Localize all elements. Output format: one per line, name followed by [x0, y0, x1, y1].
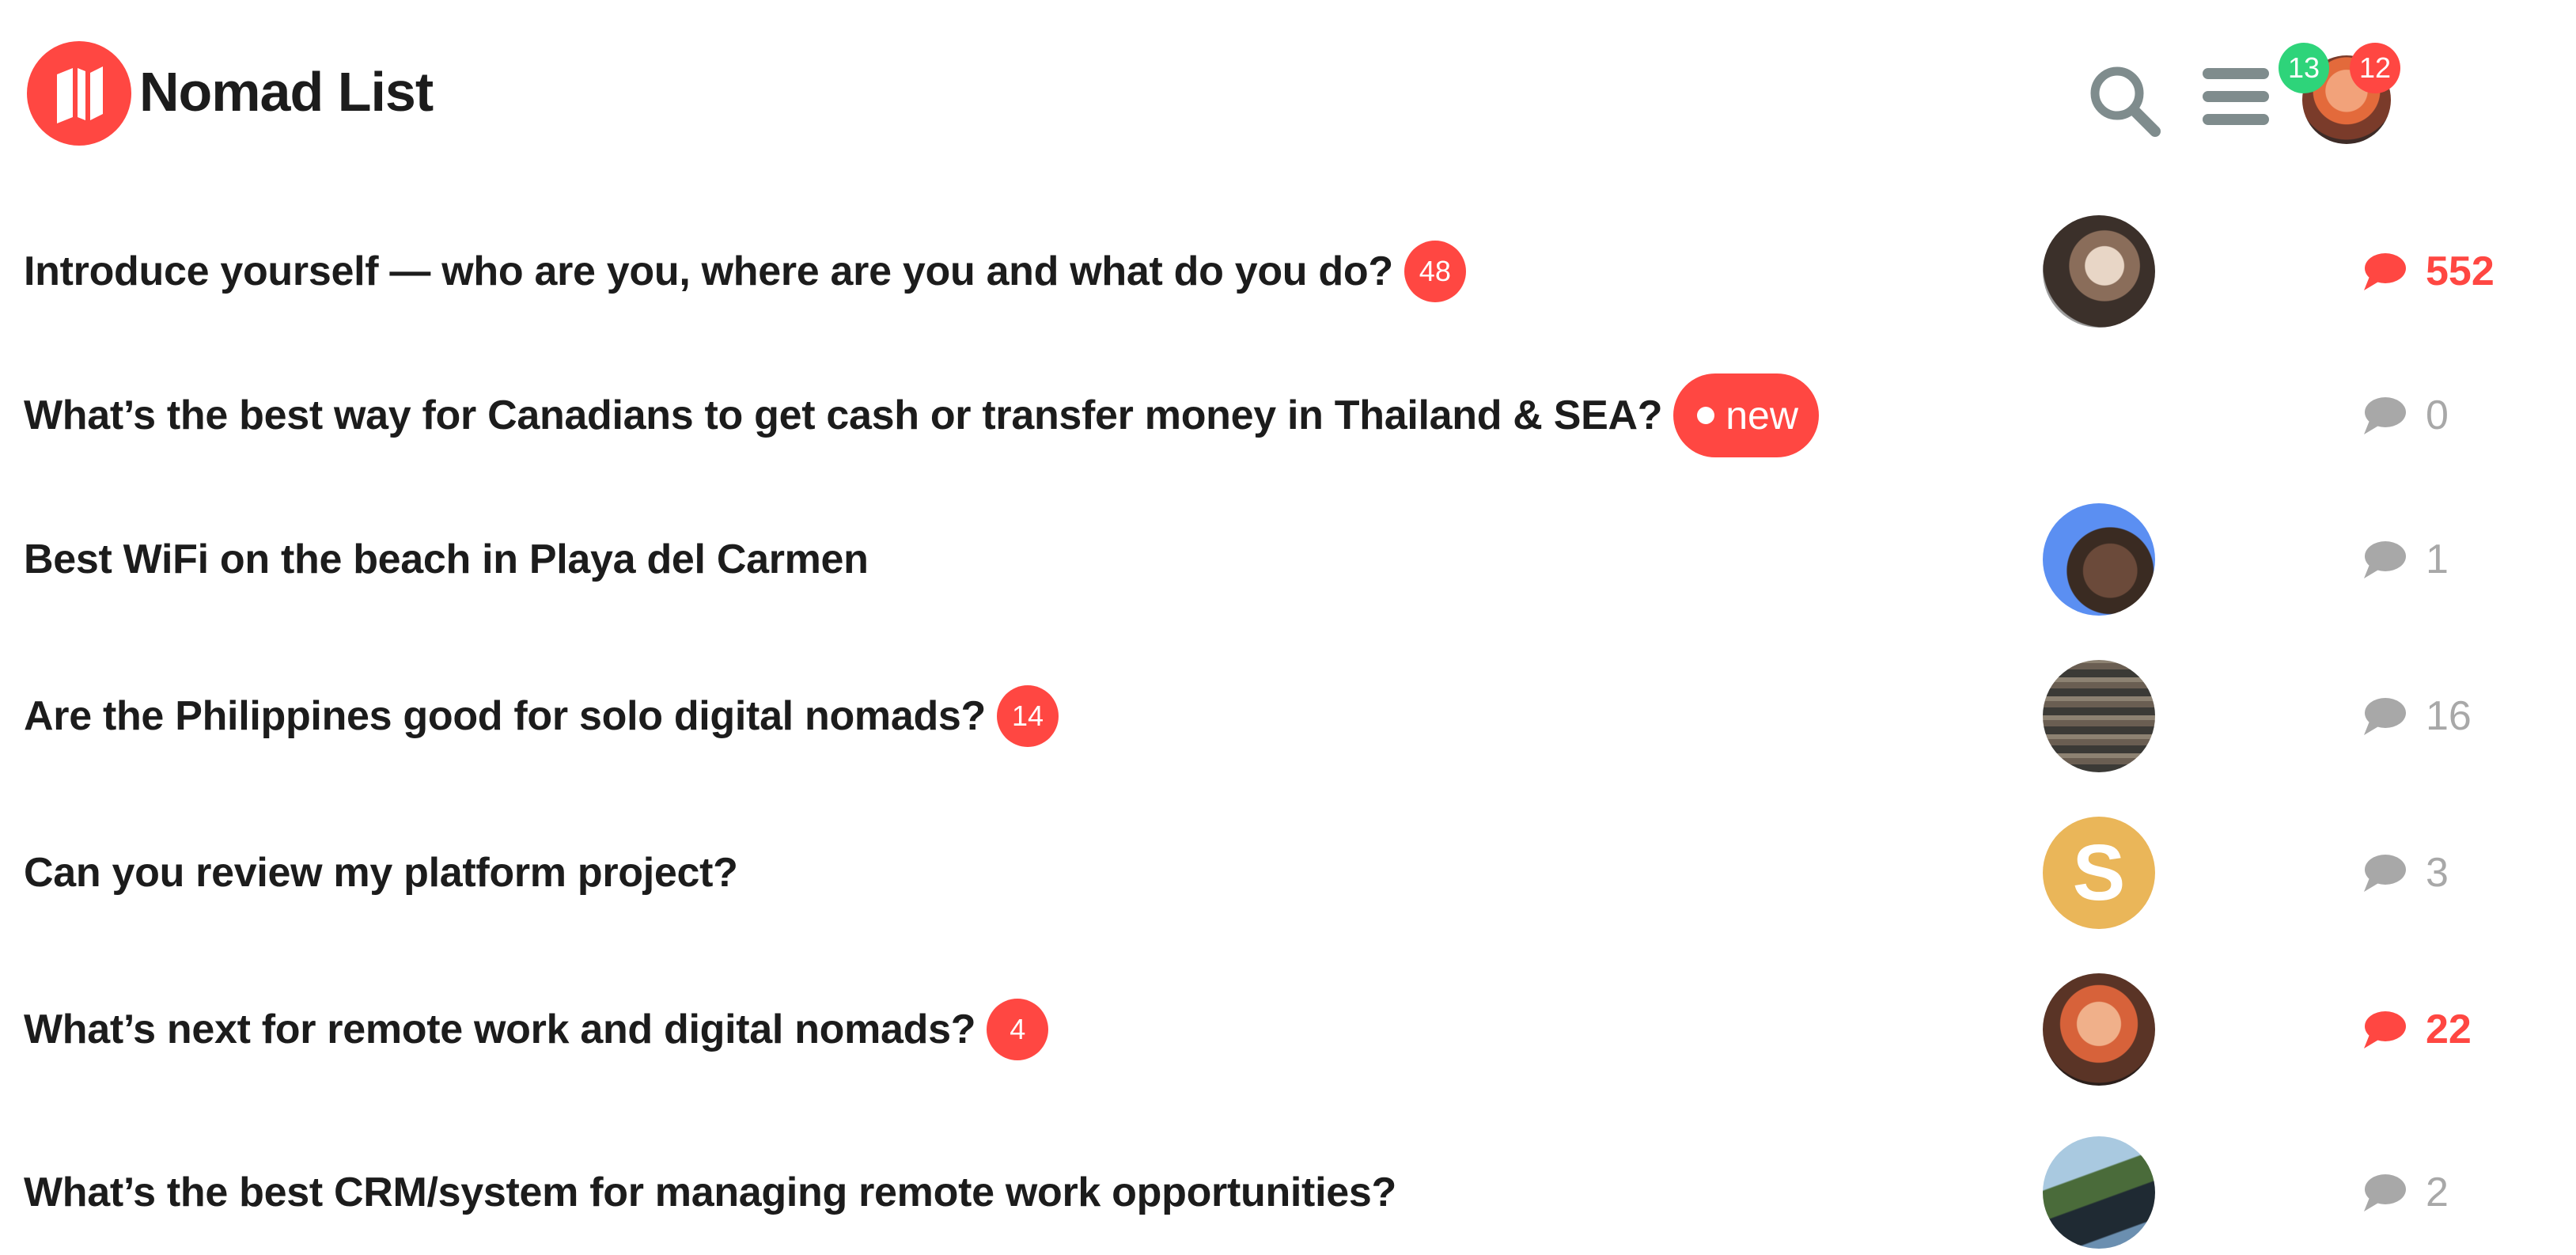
comment-count-value: 3: [2426, 850, 2449, 896]
new-badge: new: [1673, 373, 1819, 457]
comment-icon: [2364, 698, 2406, 735]
comment-count[interactable]: 1: [2361, 536, 2449, 583]
new-dot-icon: [1697, 407, 1715, 424]
comment-count[interactable]: 552: [2361, 248, 2495, 295]
search-button[interactable]: [2085, 62, 2165, 141]
thread-link[interactable]: Can you review my platform project?: [24, 849, 738, 897]
comment-count[interactable]: 3: [2361, 849, 2449, 897]
thread-title[interactable]: Are the Philippines good for solo digita…: [24, 692, 986, 740]
comment-count[interactable]: 16: [2361, 692, 2472, 740]
thread-title[interactable]: What’s the best CRM/system for managing …: [24, 1169, 1396, 1216]
comment-icon: [2364, 397, 2406, 434]
unread-count-badge: 4: [987, 999, 1049, 1060]
thread-row[interactable]: Can you review my platform project? S 3: [0, 806, 2576, 940]
nomad-list-logo[interactable]: [27, 41, 131, 146]
comment-icon: [2364, 541, 2406, 578]
thread-author-avatar[interactable]: [2043, 660, 2155, 772]
thread-title[interactable]: Can you review my platform project?: [24, 849, 738, 897]
thread-row[interactable]: What’s next for remote work and digital …: [0, 962, 2576, 1097]
thread-link[interactable]: What’s the best CRM/system for managing …: [24, 1169, 1396, 1216]
comment-count[interactable]: 22: [2361, 1006, 2472, 1053]
comment-count-value: 552: [2426, 248, 2495, 294]
thread-title[interactable]: What’s next for remote work and digital …: [24, 1006, 976, 1053]
thread-row[interactable]: Are the Philippines good for solo digita…: [0, 649, 2576, 783]
menu-button[interactable]: [2199, 65, 2272, 128]
comment-count-value: 22: [2426, 1007, 2472, 1052]
thread-title[interactable]: Introduce yourself — who are you, where …: [24, 248, 1393, 295]
thread-author-avatar[interactable]: [2043, 503, 2155, 616]
page: Nomad List 13 12 Introduce yourself — wh…: [0, 0, 2576, 1255]
comment-count[interactable]: 0: [2361, 392, 2449, 439]
new-label: new: [1726, 393, 1798, 438]
brand-name[interactable]: Nomad List: [139, 59, 434, 125]
thread-title[interactable]: Best WiFi on the beach in Playa del Carm…: [24, 536, 869, 583]
thread-link[interactable]: What’s next for remote work and digital …: [24, 999, 1049, 1060]
thread-author-avatar[interactable]: [2043, 215, 2155, 328]
thread-row[interactable]: What’s the best way for Canadians to get…: [0, 348, 2576, 483]
unread-count-badge: 48: [1404, 241, 1466, 302]
thread-author-avatar[interactable]: [2043, 973, 2155, 1086]
thread-link[interactable]: What’s the best way for Canadians to get…: [24, 373, 1819, 457]
comment-icon: [2364, 253, 2406, 290]
thread-author-avatar[interactable]: [2043, 1136, 2155, 1249]
thread-title[interactable]: What’s the best way for Canadians to get…: [24, 392, 1663, 439]
thread-link[interactable]: Best WiFi on the beach in Playa del Carm…: [24, 536, 869, 583]
thread-author-avatar[interactable]: S: [2043, 817, 2155, 929]
thread-row[interactable]: Best WiFi on the beach in Playa del Carm…: [0, 492, 2576, 627]
comment-icon: [2364, 855, 2406, 892]
comment-count-value: 16: [2426, 693, 2472, 739]
notification-badge-red[interactable]: 12: [2350, 43, 2400, 93]
thread-link[interactable]: Introduce yourself — who are you, where …: [24, 241, 1466, 302]
comment-count-value: 0: [2426, 392, 2449, 438]
map-icon: [57, 66, 103, 123]
notification-badge-green[interactable]: 13: [2279, 43, 2329, 93]
thread-row[interactable]: Introduce yourself — who are you, where …: [0, 204, 2576, 339]
comment-count[interactable]: 2: [2361, 1169, 2449, 1216]
header: Nomad List 13 12: [0, 0, 2576, 182]
thread-link[interactable]: Are the Philippines good for solo digita…: [24, 685, 1059, 747]
comment-count-value: 1: [2426, 537, 2449, 582]
comment-icon: [2364, 1174, 2406, 1211]
search-icon: [2090, 66, 2161, 137]
comment-count-value: 2: [2426, 1170, 2449, 1215]
comment-icon: [2364, 1011, 2406, 1048]
hamburger-menu-icon: [2203, 68, 2269, 125]
unread-count-badge: 14: [997, 685, 1059, 747]
thread-row[interactable]: What’s the best CRM/system for managing …: [0, 1125, 2576, 1255]
